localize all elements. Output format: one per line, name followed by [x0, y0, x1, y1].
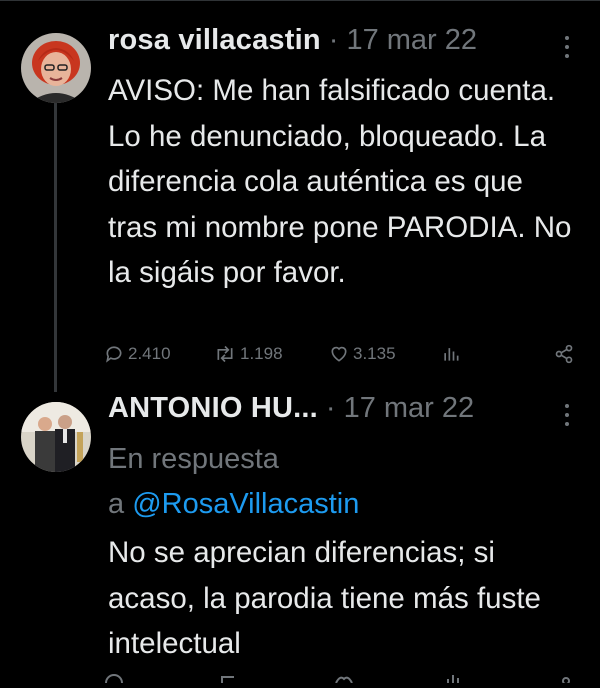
- separator-dot: ·: [328, 24, 339, 56]
- tweet-date[interactable]: 17 mar 22: [346, 24, 477, 57]
- like-count: 3.135: [353, 344, 396, 363]
- author-name[interactable]: ANTONIO HU...: [108, 392, 318, 425]
- reply-button[interactable]: 2.410: [104, 344, 171, 364]
- tweet-date[interactable]: 17 mar 22: [344, 392, 475, 425]
- mention-link[interactable]: @RosaVillacastin: [132, 488, 359, 520]
- analytics-icon: [444, 348, 459, 361]
- cutoff-action-icons: [105, 674, 570, 688]
- tweet-actions: 2.410 1.198 3.135: [104, 344, 574, 370]
- share-button[interactable]: [554, 344, 578, 364]
- more-options-icon[interactable]: [564, 404, 570, 430]
- reply-count: 2.410: [128, 344, 171, 363]
- reply-context: En respuesta a @RosaVillacastin: [108, 437, 548, 527]
- share-icon: [555, 344, 573, 364]
- top-divider: [0, 0, 600, 1]
- more-options-icon[interactable]: [564, 36, 570, 62]
- like-button[interactable]: 3.135: [329, 344, 396, 364]
- retweet-icon: [217, 345, 233, 363]
- tweet-text: AVISO: Me han falsificado cuenta. Lo he …: [108, 74, 572, 289]
- retweet-count: 1.198: [240, 344, 283, 363]
- heart-icon: [331, 346, 347, 362]
- retweet-button[interactable]: 1.198: [214, 344, 283, 364]
- reply-prefix: En respuesta: [108, 443, 279, 475]
- avatar[interactable]: [21, 402, 91, 472]
- views-button[interactable]: [442, 344, 464, 364]
- tweet-header: ANTONIO HU... · 17 mar 22: [108, 392, 474, 425]
- tweet-text: No se aprecian diferencias; si acaso, la…: [108, 536, 541, 660]
- thread-connector-line: [54, 100, 57, 392]
- reply-icon: [106, 346, 122, 363]
- avatar[interactable]: [21, 33, 91, 103]
- separator-dot: ·: [325, 392, 336, 424]
- reply-a: a: [108, 488, 125, 520]
- tweet-header: rosa villacastin · 17 mar 22: [108, 24, 477, 57]
- avatar-red-hair-image: [21, 33, 91, 103]
- tweet-actions-cutoff: [104, 670, 574, 688]
- avatar-two-men-image: [21, 402, 91, 472]
- author-name[interactable]: rosa villacastin: [108, 24, 321, 57]
